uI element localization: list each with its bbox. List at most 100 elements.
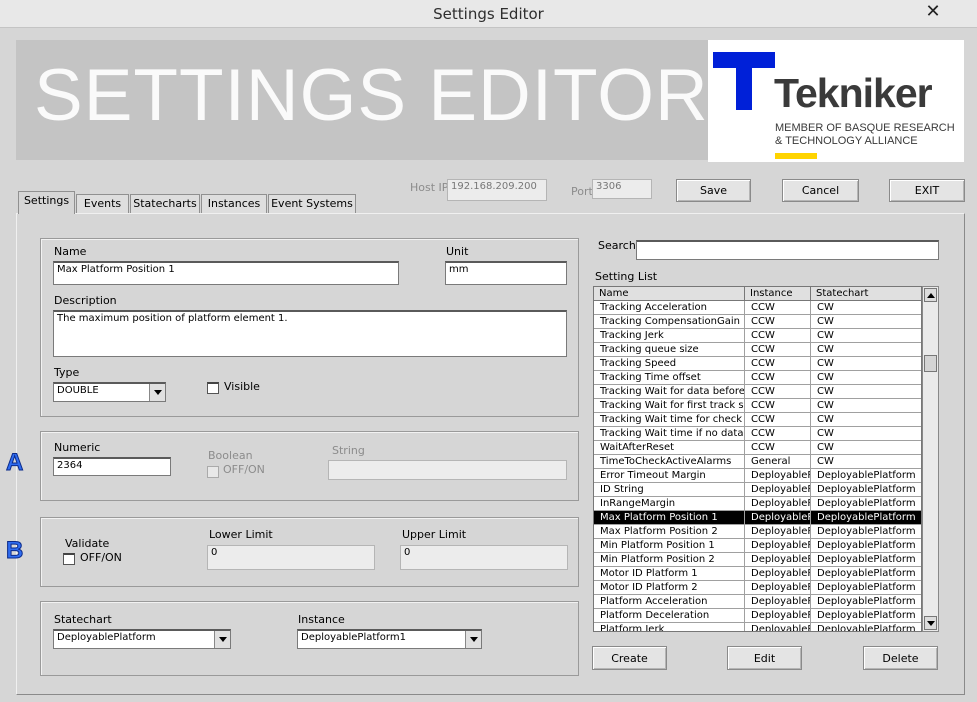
tekniker-logo: Tekniker MEMBER OF BASQUE RESEARCH & TEC…	[708, 40, 964, 162]
chevron-down-icon[interactable]	[465, 631, 481, 648]
boolean-checkbox[interactable]	[207, 466, 219, 478]
column-header-name[interactable]: Name	[594, 287, 745, 301]
logo-underline	[775, 153, 817, 159]
table-row[interactable]: Motor ID Platform 2 DeployableP Deployable…	[594, 581, 921, 595]
exit-button[interactable]: EXIT	[889, 179, 965, 202]
table-row[interactable]: Platform Acceleration DeployableP Deployab…	[594, 595, 921, 609]
instance-select-value: DeployablePlatform1	[301, 632, 406, 643]
cell-statechart: DeployablePlatform	[817, 582, 916, 593]
port-label: Port	[571, 185, 593, 198]
tab-instances[interactable]: Instances	[201, 194, 267, 213]
cell-instance: CCW	[745, 357, 811, 370]
type-select[interactable]: DOUBLE	[53, 382, 166, 402]
lower-limit-field[interactable]: 0	[207, 545, 375, 570]
cell-name: TimeToCheckActiveAlarms	[594, 455, 745, 468]
save-button[interactable]: Save	[676, 179, 751, 202]
numeric-field[interactable]: 2364	[53, 457, 171, 476]
cell-name: Min Platform Position 1	[594, 539, 745, 552]
chevron-down-icon[interactable]	[214, 631, 230, 648]
port-field[interactable]: 3306	[592, 179, 652, 199]
table-row[interactable]: Tracking CompensationGain CCW CW	[594, 315, 921, 329]
cell-statechart: DeployablePlatform	[817, 554, 916, 565]
table-row[interactable]: Tracking Wait for first track setp CCW CW	[594, 399, 921, 413]
list-scrollbar[interactable]	[922, 286, 939, 632]
cell-instance: DeployableP	[745, 497, 811, 510]
statechart-label: Statechart	[54, 613, 112, 626]
edit-button[interactable]: Edit	[727, 646, 802, 670]
cell-instance: DeployableP	[745, 595, 811, 608]
host-ip-field[interactable]: 192.168.209.200	[447, 179, 547, 201]
upper-limit-field[interactable]: 0	[400, 545, 568, 570]
table-row[interactable]: WaitAfterReset CCW CW	[594, 441, 921, 455]
cell-statechart: CW	[817, 414, 834, 425]
scroll-down-icon[interactable]	[924, 616, 937, 630]
tab-statecharts[interactable]: Statecharts	[130, 194, 200, 213]
table-header: Name Instance Statechart	[594, 287, 921, 301]
search-input[interactable]	[636, 240, 939, 260]
cell-name: Tracking Wait time if no data in	[594, 427, 745, 440]
cell-name: Platform Acceleration	[594, 595, 745, 608]
table-row[interactable]: Tracking Wait for data before e CCW CW	[594, 385, 921, 399]
save-button-label: Save	[699, 184, 727, 197]
table-row[interactable]: TimeToCheckActiveAlarms General CW	[594, 455, 921, 469]
tab-event-systems[interactable]: Event Systems	[268, 194, 356, 213]
logo-tagline-line2: & TECHNOLOGY ALLIANCE	[775, 135, 918, 147]
chevron-down-icon[interactable]	[149, 384, 165, 401]
table-row[interactable]: Min Platform Position 1 DeployableP Deploy…	[594, 539, 921, 553]
table-row[interactable]: InRangeMargin DeployableP DeployablePlatfo…	[594, 497, 921, 511]
close-icon[interactable]: ✕	[925, 3, 941, 21]
numeric-label: Numeric	[54, 441, 101, 454]
cell-name: Tracking Speed	[594, 357, 745, 370]
host-ip-label: Host IP	[410, 181, 449, 194]
name-field[interactable]: Max Platform Position 1	[53, 261, 399, 285]
table-row[interactable]: Tracking Speed CCW CW	[594, 357, 921, 371]
table-row[interactable]: Error Timeout Margin DeployableP Deployabl…	[594, 469, 921, 483]
table-row[interactable]: Motor ID Platform 1 DeployableP Deployable…	[594, 567, 921, 581]
delete-button[interactable]: Delete	[863, 646, 938, 670]
cell-statechart: CW	[817, 330, 834, 341]
cell-statechart: DeployablePlatform	[817, 596, 916, 607]
validate-checkbox[interactable]	[63, 553, 75, 565]
table-row[interactable]: Tracking Wait time for check se CCW CW	[594, 413, 921, 427]
table-row[interactable]: Platform Jerk DeployableP DeployablePlatfo…	[594, 623, 921, 632]
tab-settings[interactable]: Settings	[18, 191, 75, 214]
tab-events[interactable]: Events	[76, 194, 129, 213]
string-field[interactable]	[328, 460, 567, 480]
column-header-statechart[interactable]: Statechart	[811, 287, 921, 301]
description-field[interactable]: The maximum position of platform element…	[53, 310, 567, 357]
table-row[interactable]: Max Platform Position 1 DeployableP Deploy…	[594, 511, 921, 525]
upper-limit-label: Upper Limit	[402, 528, 467, 541]
column-header-instance[interactable]: Instance	[745, 287, 811, 301]
name-label: Name	[54, 245, 87, 258]
statechart-select[interactable]: DeployablePlatform	[53, 629, 231, 649]
tekniker-mark-icon	[713, 52, 775, 110]
cell-instance: CCW	[745, 371, 811, 384]
table-row[interactable]: Platform Deceleration DeployableP Deployab…	[594, 609, 921, 623]
scroll-up-icon[interactable]	[924, 288, 937, 302]
cell-statechart: DeployablePlatform	[817, 610, 916, 621]
table-row[interactable]: Tracking Time offset CCW CW	[594, 371, 921, 385]
cell-statechart: DeployablePlatform	[817, 624, 916, 632]
table-row[interactable]: ID String DeployableP DeployablePlatform	[594, 483, 921, 497]
table-row[interactable]: Tracking Jerk CCW CW	[594, 329, 921, 343]
table-row[interactable]: Tracking Wait time if no data in CCW CW	[594, 427, 921, 441]
table-row[interactable]: Min Platform Position 2 DeployableP Deploy…	[594, 553, 921, 567]
table-row[interactable]: Tracking Acceleration CCW CW	[594, 301, 921, 315]
cell-statechart: CW	[817, 428, 834, 439]
logo-wordmark: Tekniker	[774, 70, 933, 116]
cell-statechart: DeployablePlatform	[817, 470, 916, 481]
cell-instance: DeployableP	[745, 567, 811, 580]
validate-option-label: OFF/ON	[80, 551, 122, 564]
logo-tagline: MEMBER OF BASQUE RESEARCH & TECHNOLOGY A…	[775, 122, 955, 148]
cancel-button[interactable]: Cancel	[782, 179, 859, 202]
cell-instance: DeployableP	[745, 581, 811, 594]
create-button[interactable]: Create	[592, 646, 667, 670]
unit-field[interactable]: mm	[445, 261, 567, 285]
table-row[interactable]: Tracking queue size CCW CW	[594, 343, 921, 357]
instance-select[interactable]: DeployablePlatform1	[297, 629, 482, 649]
cell-statechart: DeployablePlatform	[817, 526, 916, 537]
table-row[interactable]: Max Platform Position 2 DeployableP Deploy…	[594, 525, 921, 539]
visible-checkbox[interactable]	[207, 382, 219, 394]
scrollbar-thumb[interactable]	[924, 355, 937, 372]
cell-name: ID String	[594, 483, 745, 496]
